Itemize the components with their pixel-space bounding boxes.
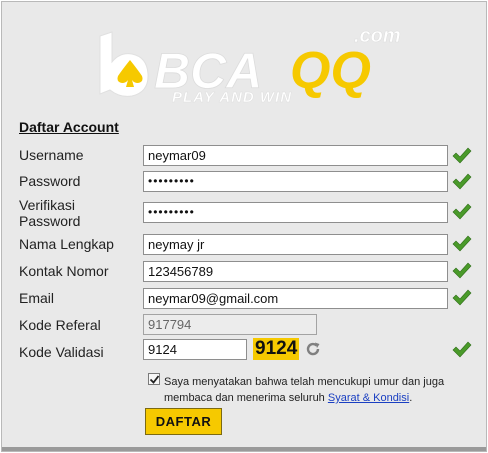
form-title: Daftar Account: [19, 119, 119, 135]
contact-label: Kontak Nomor: [19, 263, 109, 279]
check-icon: [452, 147, 472, 164]
check-icon: [452, 341, 472, 358]
validation-label: Kode Validasi: [19, 344, 104, 360]
verify-password-label: Verifikasi Password: [19, 197, 80, 229]
referral-label: Kode Referal: [19, 317, 101, 333]
contact-input[interactable]: 123456789: [143, 261, 448, 282]
username-label: Username: [19, 147, 84, 163]
captcha-code: 9124: [253, 338, 300, 360]
verify-password-input[interactable]: •••••••••: [143, 202, 448, 223]
check-icon: [452, 203, 472, 220]
refresh-icon[interactable]: [305, 341, 321, 357]
bcaqq-logo: BCA QQ .com PLAY AND WIN: [99, 25, 401, 106]
agree-text: Saya menyatakan bahwa telah mencukupi um…: [164, 374, 454, 406]
email-input[interactable]: neymar09@gmail.com: [143, 288, 448, 309]
referral-input: 917794: [143, 314, 317, 335]
verify-password-label-line2: Password: [19, 213, 81, 229]
registration-panel: BCA QQ .com PLAY AND WIN Daftar Account …: [1, 1, 487, 452]
agree-checkbox[interactable]: [148, 373, 160, 385]
check-icon: [452, 173, 472, 190]
register-button[interactable]: DAFTAR: [145, 408, 222, 435]
password-label: Password: [19, 173, 81, 189]
logo-dotcom: .com: [354, 25, 401, 47]
username-input[interactable]: neymar09: [143, 145, 448, 166]
full-name-input[interactable]: neymay jr: [143, 234, 448, 255]
check-icon: [452, 289, 472, 306]
terms-link[interactable]: Syarat & Kondisi: [328, 392, 409, 404]
logo-tagline: PLAY AND WIN: [172, 89, 292, 106]
email-label: Email: [19, 290, 55, 306]
check-icon: [452, 262, 472, 279]
spade-icon: [99, 31, 149, 97]
agree-text-end: .: [409, 392, 413, 404]
full-name-label: Nama Lengkap: [19, 236, 114, 252]
validation-input[interactable]: 9124: [143, 339, 247, 360]
password-input[interactable]: •••••••••: [143, 171, 448, 192]
verify-password-label-line1: Verifikasi: [19, 197, 76, 213]
logo-brand-suffix: QQ: [290, 42, 371, 100]
checkmark-icon: [149, 375, 160, 384]
check-icon: [452, 235, 472, 252]
